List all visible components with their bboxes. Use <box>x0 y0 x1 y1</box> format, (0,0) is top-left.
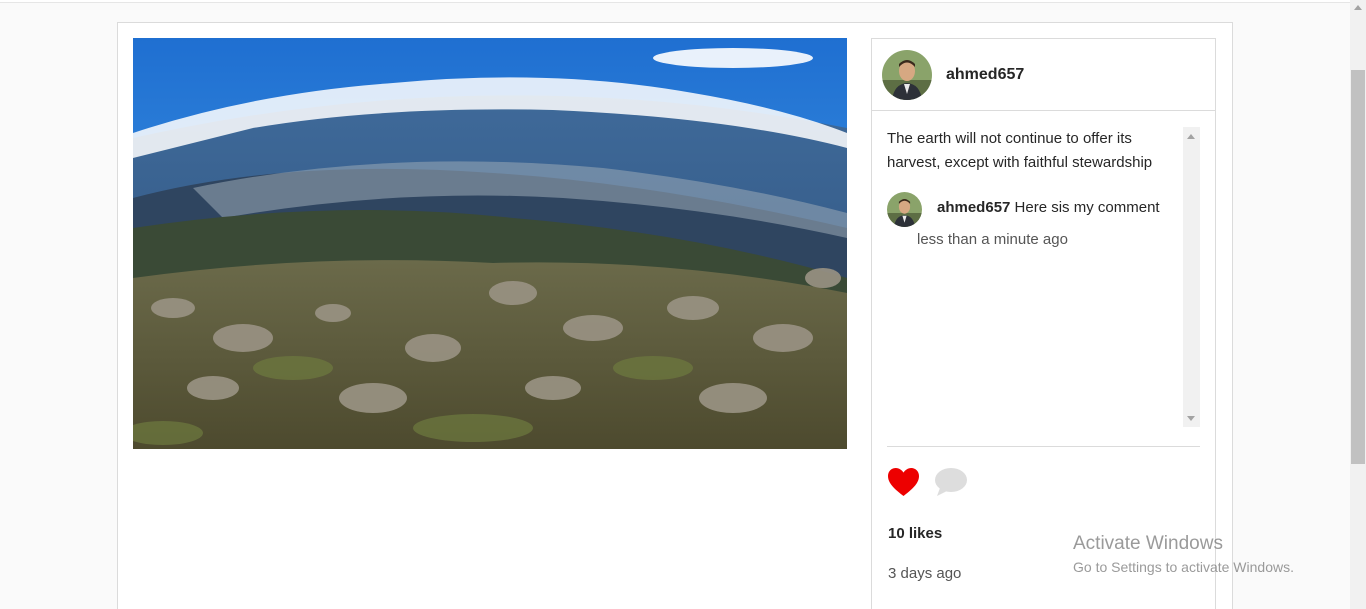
comment-item: ahmed657 Here sis my comment <box>887 192 1183 227</box>
page-scrollbar-thumb[interactable] <box>1351 70 1365 464</box>
watermark-title: Activate Windows <box>1073 533 1223 554</box>
comment-body: ahmed657 Here sis my comment <box>937 192 1160 227</box>
post-actions <box>887 467 982 501</box>
comment-time: less than a minute ago <box>917 231 1068 248</box>
watermark-subtitle: Go to Settings to activate Windows. <box>1073 559 1294 575</box>
post-card: ahmed657 The earth will not continue to … <box>117 22 1233 609</box>
likes-count[interactable]: 10 likes <box>888 525 942 542</box>
heart-icon[interactable] <box>887 467 920 501</box>
scroll-down-arrow-icon[interactable] <box>1187 416 1195 421</box>
comment-bubble-icon[interactable] <box>934 467 968 501</box>
comment-text: Here sis my comment <box>1014 199 1160 216</box>
landscape-photo <box>133 38 847 449</box>
page-scrollbar[interactable] <box>1350 0 1366 609</box>
top-bar <box>0 0 1350 3</box>
comments-scrollbar[interactable] <box>1183 127 1200 427</box>
comment-avatar[interactable] <box>887 192 922 227</box>
post-side-panel: ahmed657 The earth will not continue to … <box>871 38 1216 609</box>
comments-scroll-content[interactable]: The earth will not continue to offer its… <box>887 127 1183 427</box>
post-timestamp: 3 days ago <box>888 565 962 582</box>
comments-area: The earth will not continue to offer its… <box>887 127 1200 427</box>
avatar[interactable] <box>882 49 932 100</box>
scroll-up-arrow-icon[interactable] <box>1187 134 1195 139</box>
post-header: ahmed657 <box>872 39 1215 111</box>
divider <box>887 446 1200 447</box>
scroll-up-arrow-icon[interactable] <box>1354 5 1362 10</box>
comment-username[interactable]: ahmed657 <box>937 199 1010 216</box>
windows-activation-watermark: Activate Windows Go to Settings to activ… <box>1073 533 1294 575</box>
post-image[interactable] <box>133 38 847 449</box>
post-username[interactable]: ahmed657 <box>946 66 1024 84</box>
post-caption: The earth will not continue to offer its… <box>887 130 1153 171</box>
